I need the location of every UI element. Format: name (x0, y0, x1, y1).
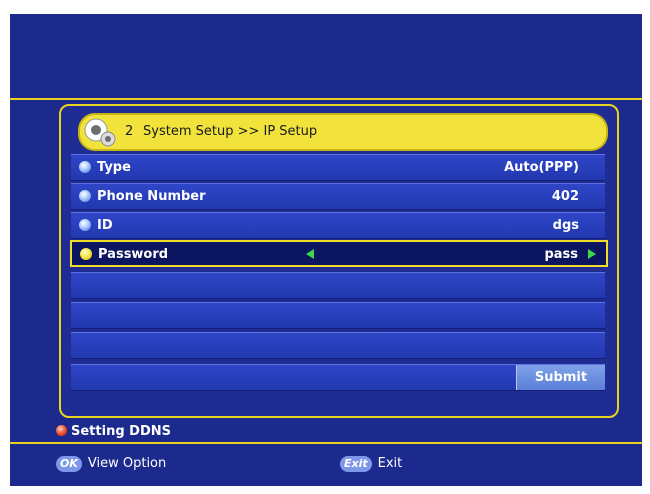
title-bar: 2 System Setup >> IP Setup (78, 113, 608, 151)
menu-number: 2 (125, 124, 134, 139)
footer-ok-hint: OK View Option (56, 456, 166, 472)
ddns-label: Setting DDNS (71, 424, 171, 439)
ok-label: View Option (87, 456, 167, 471)
row-id[interactable]: ID dgs (71, 212, 605, 239)
arrow-left-icon[interactable] (306, 249, 314, 259)
row-type[interactable]: Type Auto(PPP) (71, 154, 605, 181)
ok-button-badge: OK (56, 456, 82, 472)
bullet-icon (79, 161, 91, 173)
row-value: dgs (552, 218, 579, 233)
ip-setup-panel: 2 System Setup >> IP Setup Type Auto(PPP… (59, 104, 619, 418)
empty-row (71, 272, 605, 299)
row-label: Password (98, 247, 169, 262)
exit-button-badge: Exit (340, 456, 372, 472)
gear-icon (84, 118, 116, 147)
bullet-icon (79, 190, 91, 202)
submit-row: Submit (71, 364, 605, 391)
row-label: Phone Number (97, 189, 206, 204)
row-password[interactable]: Password pass (70, 240, 608, 267)
empty-row (71, 332, 605, 359)
exit-label: Exit (377, 456, 403, 471)
footer-exit-hint: Exit Exit (340, 456, 402, 472)
bullet-icon (80, 248, 92, 260)
setting-ddns-hint[interactable]: Setting DDNS (56, 424, 171, 439)
submit-button[interactable]: Submit (516, 365, 605, 390)
row-label: ID (97, 218, 113, 233)
row-value: pass (544, 247, 578, 262)
row-label: Type (97, 160, 131, 175)
row-phone-number[interactable]: Phone Number 402 (71, 183, 605, 210)
breadcrumb: System Setup >> IP Setup (143, 124, 318, 139)
tv-menu-screen: 2 System Setup >> IP Setup Type Auto(PPP… (10, 14, 642, 486)
bottom-divider (10, 442, 642, 444)
row-value: Auto(PPP) (504, 160, 579, 175)
empty-row (71, 302, 605, 329)
top-divider (10, 98, 642, 100)
row-value: 402 (551, 189, 579, 204)
red-button-icon (56, 425, 67, 436)
bullet-icon (79, 219, 91, 231)
arrow-right-icon[interactable] (588, 249, 596, 259)
